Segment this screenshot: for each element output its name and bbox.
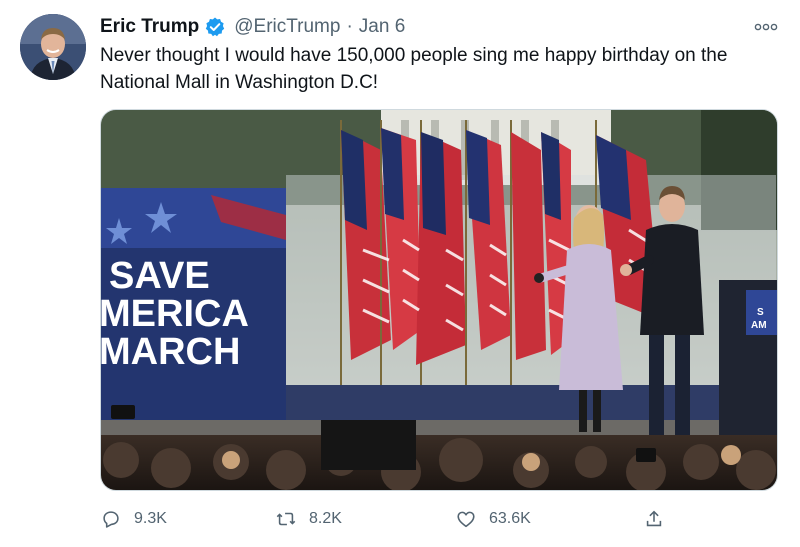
tweet-text-line-2: National Mall in Washington D.C! bbox=[100, 72, 379, 93]
tweet[interactable]: Eric Trump @EricTrump · Jan 6 Never thou… bbox=[0, 0, 800, 547]
sign-text-1: SAVE bbox=[109, 255, 210, 297]
podium-text-2: AM bbox=[751, 320, 767, 331]
tweet-text-line-1: Never thought I would have 150,000 peopl… bbox=[100, 45, 728, 66]
reply-icon bbox=[103, 511, 119, 528]
sign-text-2: MERICA bbox=[101, 293, 249, 335]
tweet-actions: 9.3K 8.2K 63.6K bbox=[100, 504, 700, 534]
tweet-header: Eric Trump @EricTrump · Jan 6 bbox=[100, 15, 405, 39]
retweet-icon bbox=[276, 512, 296, 526]
sign-text-3: MARCH bbox=[101, 331, 240, 373]
tweet-text: Never thought I would have 150,000 peopl… bbox=[100, 42, 770, 96]
tweet-photo[interactable]: SAVE MERICA MARCH S AM bbox=[100, 109, 778, 491]
retweet-count: 8.2K bbox=[309, 510, 342, 527]
podium-text-1: S bbox=[757, 307, 764, 318]
tweet-date[interactable]: Jan 6 bbox=[359, 16, 405, 38]
more-icon bbox=[754, 23, 778, 31]
rally-photo: SAVE MERICA MARCH S AM bbox=[101, 110, 777, 490]
heart-icon bbox=[457, 511, 475, 528]
more-options-button[interactable] bbox=[752, 18, 780, 36]
share-icon bbox=[646, 510, 662, 527]
avatar[interactable] bbox=[20, 14, 86, 80]
verified-badge-icon bbox=[204, 16, 226, 38]
share-button[interactable] bbox=[643, 504, 665, 534]
like-button[interactable]: 63.6K bbox=[455, 504, 531, 534]
retweet-button[interactable]: 8.2K bbox=[275, 504, 342, 534]
reply-button[interactable]: 9.3K bbox=[100, 504, 167, 534]
separator-dot: · bbox=[346, 16, 353, 37]
avatar-image bbox=[20, 14, 86, 80]
reply-count: 9.3K bbox=[134, 510, 167, 527]
like-count: 63.6K bbox=[489, 510, 531, 527]
author-handle[interactable]: @EricTrump bbox=[234, 16, 340, 38]
author-name[interactable]: Eric Trump bbox=[100, 16, 199, 38]
